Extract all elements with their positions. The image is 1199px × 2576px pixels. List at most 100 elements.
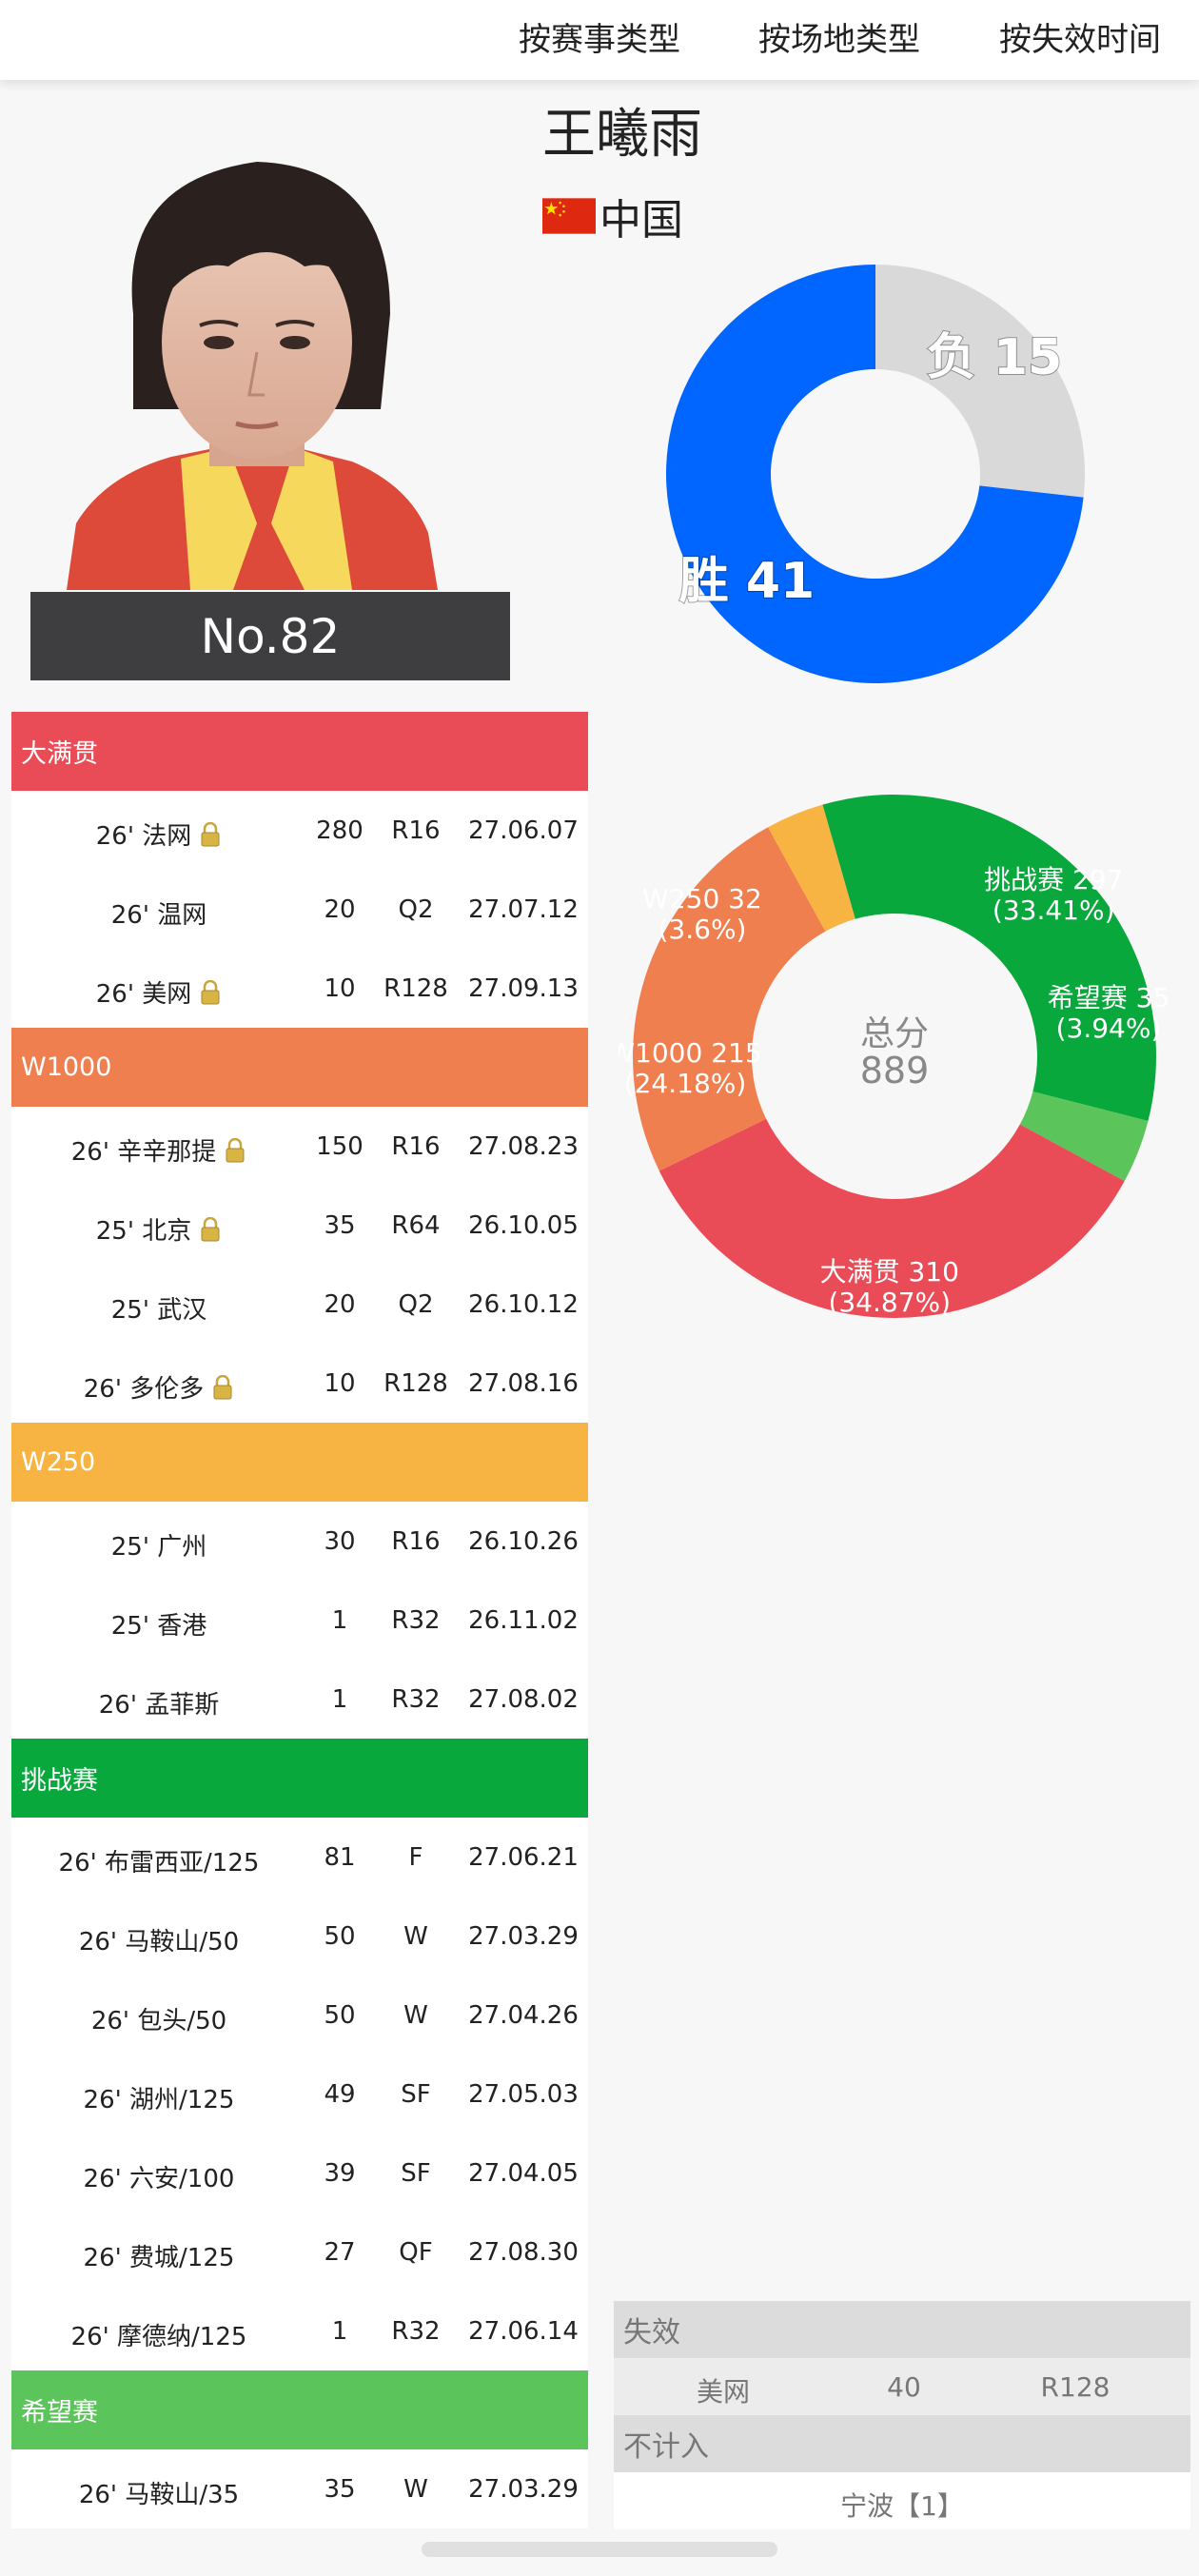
slice-value-label: W250 32 (642, 883, 762, 914)
slice-percent-label: (33.41%) (993, 895, 1115, 926)
event-name: 26' 六安/100 (83, 2165, 235, 2193)
table-row[interactable]: 26' 法网 280 R16 27.06.07 (11, 791, 588, 870)
event-name-cell: 26' 多伦多 (11, 1369, 306, 1406)
event-points: 49 (324, 2080, 356, 2109)
table-row[interactable]: 26' 辛辛那提 150 R16 27.08.23 (11, 1107, 588, 1186)
table-row[interactable]: 25' 广州 30 R16 26.10.26 (11, 1502, 588, 1581)
event-name: 26' 法网 (95, 822, 192, 851)
event-name: 26' 湖州/125 (83, 2086, 235, 2114)
event-name: 26' 马鞍山/35 (78, 2481, 240, 2509)
expired-points: 40 (887, 2371, 921, 2403)
event-expiry-date: 26.10.05 (468, 1211, 579, 1240)
event-points: 50 (324, 1922, 356, 1951)
slice-value-label: 希望赛 35 (1048, 982, 1170, 1013)
event-points: 35 (324, 2475, 356, 2504)
country-name: 中国 (600, 196, 683, 245)
event-expiry-date: 27.08.02 (468, 1685, 579, 1714)
event-name: 25' 武汉 (110, 1296, 207, 1325)
win-loss-donut-chart: 负 15 胜 41 (666, 265, 1085, 683)
table-row[interactable]: 26' 马鞍山/50 50 W 27.03.29 (11, 1897, 588, 1976)
event-expiry-date: 27.06.14 (468, 2317, 579, 2346)
event-expiry-date: 27.03.29 (468, 1922, 579, 1951)
total-points-value: 889 (860, 1050, 930, 1091)
event-round: R16 (391, 816, 441, 845)
event-name: 26' 孟菲斯 (98, 1691, 220, 1720)
lock-icon (199, 979, 222, 1012)
event-points: 1 (331, 2317, 348, 2346)
event-name-cell: 26' 布雷西亚/125 (11, 1843, 306, 1878)
player-photo (67, 124, 447, 590)
expired-row[interactable]: 美网 40 R128 (614, 2358, 1190, 2415)
not-counted-row[interactable]: 宁波【1】 (614, 2472, 1190, 2529)
table-row[interactable]: 26' 包头/50 50 W 27.04.26 (11, 1976, 588, 2055)
player-name: 王曦雨 (542, 104, 702, 166)
table-row[interactable]: 26' 孟菲斯 1 R32 27.08.02 (11, 1660, 588, 1739)
player-country: 中国 (542, 186, 683, 246)
table-row[interactable]: 26' 摩德纳/125 1 R32 27.06.14 (11, 2291, 588, 2370)
event-points: 280 (316, 816, 364, 845)
table-row[interactable]: 26' 布雷西亚/125 81 F 27.06.21 (11, 1818, 588, 1897)
event-points: 1 (331, 1606, 348, 1635)
table-row[interactable]: 26' 湖州/125 49 SF 27.05.03 (11, 2055, 588, 2134)
home-indicator[interactable] (422, 2542, 777, 2557)
event-points: 50 (324, 2001, 356, 2030)
event-round: Q2 (398, 895, 434, 924)
category-header: 大满贯 (11, 712, 588, 791)
tab-by-surface[interactable]: 按场地类型 (758, 13, 920, 60)
table-row[interactable]: 26' 费城/125 27 QF 27.08.30 (11, 2212, 588, 2291)
tab-by-expiry[interactable]: 按失效时间 (999, 13, 1161, 60)
event-name: 26' 包头/50 (90, 2007, 227, 2035)
lock-icon (199, 1216, 222, 1249)
event-round: R32 (391, 1606, 441, 1635)
expired-header: 失效 (614, 2301, 1190, 2358)
event-points: 150 (316, 1132, 364, 1161)
table-row[interactable]: 25' 香港 1 R32 26.11.02 (11, 1581, 588, 1660)
event-name: 26' 布雷西亚/125 (58, 1849, 260, 1878)
event-name-cell: 26' 马鞍山/50 (11, 1922, 306, 1957)
event-expiry-date: 26.10.26 (468, 1527, 579, 1556)
event-round: W (403, 1922, 428, 1951)
expired-event: 美网 (696, 2376, 750, 2408)
tab-by-event-type[interactable]: 按赛事类型 (519, 13, 680, 60)
event-expiry-date: 27.06.07 (468, 816, 579, 845)
event-points: 39 (324, 2159, 356, 2188)
table-row[interactable]: 26' 多伦多 10 R128 27.08.16 (11, 1344, 588, 1423)
table-row[interactable]: 26' 六安/100 39 SF 27.04.05 (11, 2134, 588, 2212)
table-row[interactable]: 25' 北京 35 R64 26.10.05 (11, 1186, 588, 1265)
category-header: W1000 (11, 1028, 588, 1107)
event-expiry-date: 27.04.26 (468, 2001, 579, 2030)
event-round: Q2 (398, 1290, 434, 1319)
lock-icon (199, 821, 222, 854)
event-name-cell: 25' 广州 (11, 1527, 306, 1563)
event-expiry-date: 27.06.21 (468, 1843, 579, 1872)
expired-section: 失效 美网 40 R128 不计入 宁波【1】 (614, 2301, 1190, 2529)
event-name-cell: 26' 包头/50 (11, 2001, 306, 2036)
table-row[interactable]: 26' 马鞍山/35 35 W 27.03.29 (11, 2449, 588, 2528)
event-points: 35 (324, 1211, 356, 1240)
slice-percent-label: (3.6%) (658, 914, 747, 945)
event-expiry-date: 27.05.03 (468, 2080, 579, 2109)
table-row[interactable]: 26' 美网 10 R128 27.09.13 (11, 949, 588, 1028)
lock-icon (211, 1374, 234, 1406)
event-name-cell: 26' 马鞍山/35 (11, 2475, 306, 2510)
slice-percent-label: (34.87%) (828, 1287, 951, 1318)
table-row[interactable]: 25' 武汉 20 Q2 26.10.12 (11, 1265, 588, 1344)
event-points: 10 (324, 974, 356, 1003)
event-points: 20 (324, 895, 356, 924)
event-round: R32 (391, 2317, 441, 2346)
event-name: 26' 美网 (95, 980, 192, 1009)
event-name-cell: 25' 香港 (11, 1606, 306, 1642)
event-round: R128 (383, 974, 448, 1003)
table-row[interactable]: 26' 温网 20 Q2 27.07.12 (11, 870, 588, 949)
event-round: F (408, 1843, 423, 1872)
event-points: 30 (324, 1527, 356, 1556)
slice-percent-label: (3.94%) (1056, 1013, 1162, 1044)
event-round: SF (401, 2080, 431, 2109)
event-expiry-date: 27.09.13 (468, 974, 579, 1003)
category-header: 挑战赛 (11, 1739, 588, 1818)
event-points: 27 (324, 2238, 356, 2267)
event-name-cell: 26' 湖州/125 (11, 2080, 306, 2115)
event-round: SF (401, 2159, 431, 2188)
event-expiry-date: 26.10.12 (468, 1290, 579, 1319)
event-name-cell: 26' 孟菲斯 (11, 1685, 306, 1721)
